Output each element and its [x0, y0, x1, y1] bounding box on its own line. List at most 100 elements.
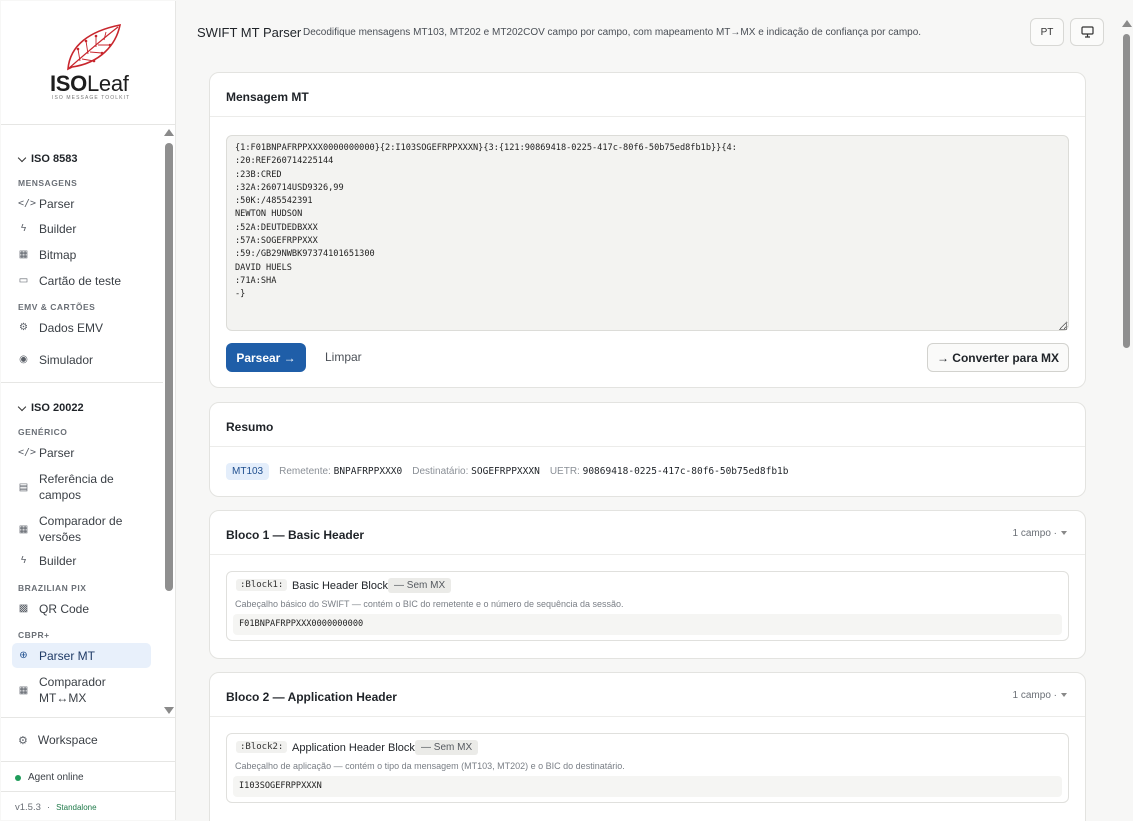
uetr-field: UETR: 90869418-0225-417c-80f6-50b75ed8fb…: [549, 466, 789, 477]
field-description: Cabeçalho de aplicação — contém o tipo d…: [235, 761, 625, 771]
chevron-down-icon: [17, 402, 27, 411]
sidebar-item-qr-code[interactable]: ▩ QR Code: [12, 596, 151, 621]
page-subtitle: Decodifique mensagens MT103, MT202 e MT2…: [303, 27, 922, 38]
scroll-up-arrow-icon[interactable]: [164, 129, 174, 136]
sidebar-nav: ISO 8583 MENSAGENS </> Parser ϟ Builder ▦ B…: [1, 125, 176, 717]
section-emv: EMV & CARTÕES: [18, 302, 96, 312]
scroll-down-arrow-icon[interactable]: [164, 707, 174, 714]
logo[interactable]: ISOLeaf ISO MESSAGE TOOLKIT: [1, 1, 176, 125]
sidebar-item-parser-20022[interactable]: </> Parser: [12, 440, 151, 465]
bolt-icon: ϟ: [20, 223, 27, 234]
card-title: Mensagem MT: [226, 90, 309, 104]
mt-message-input[interactable]: {1:F01BNPAFRPPXXX0000000000}{2:I103SOGEF…: [226, 135, 1069, 331]
section-cbpr: CBPR+: [18, 630, 50, 640]
monitor-icon: [1080, 26, 1094, 38]
field-item: :Block2: Application Header Block — Sem …: [226, 733, 1069, 803]
grid-icon: ▦: [18, 249, 29, 260]
chevron-down-icon: [1061, 531, 1067, 536]
brand-wordmark: ISOLeaf: [50, 71, 129, 96]
sidebar-item-simulator[interactable]: ◉ Simulador: [12, 347, 151, 372]
message-type-badge: MT103: [226, 463, 270, 480]
code-icon: </>: [18, 198, 37, 209]
mode-badge: Standalone: [56, 803, 97, 812]
chevron-down-icon: [17, 153, 27, 162]
sidebar-scrollbar[interactable]: [163, 125, 175, 717]
message-card: Mensagem MT {1:F01BNPAFRPPXXX0000000000}…: [209, 72, 1086, 388]
resize-handle-icon[interactable]: [1059, 322, 1067, 330]
field-tag: :Block2:: [236, 741, 288, 753]
sidebar-item-bitmap[interactable]: ▦ Bitmap: [12, 242, 151, 267]
version-info: v1.5.3 · Standalone: [15, 802, 97, 813]
clear-button[interactable]: Limpar: [325, 350, 362, 364]
card-title: Bloco 1 — Basic Header: [226, 528, 365, 542]
sidebar-item-mt-mx-compare[interactable]: ▦ Comparador MT↔MX: [12, 672, 151, 708]
block-card: Bloco 2 — Application Header 1 campo · :…: [209, 672, 1086, 821]
bolt-icon: ϟ: [20, 555, 27, 566]
parse-button[interactable]: Parsear →: [226, 343, 306, 372]
chevron-down-icon: [1061, 693, 1067, 698]
sidebar-item-parser-8583[interactable]: </> Parser: [12, 191, 151, 216]
convert-to-mx-button[interactable]: → Converter para MX: [927, 343, 1069, 372]
card-icon: ▭: [18, 275, 29, 286]
sidebar-item-test-card[interactable]: ▭ Cartão de teste: [12, 268, 151, 293]
field-item: :Block1: Basic Header Block — Sem MX Cab…: [226, 571, 1069, 641]
chip-icon: ⚙: [19, 322, 28, 333]
section-pix: BRAZILIAN PIX: [18, 583, 87, 593]
sidebar-item-builder-20022[interactable]: ϟ Builder: [12, 548, 151, 573]
card-header: Mensagem MT: [210, 73, 1085, 117]
code-icon: </>: [18, 447, 37, 458]
field-tag: :Block1:: [236, 579, 288, 591]
display-button[interactable]: [1070, 18, 1104, 46]
scrollbar-thumb[interactable]: [165, 143, 173, 591]
card-title: Bloco 2 — Application Header: [226, 690, 397, 704]
field-count[interactable]: 1 campo ·: [1013, 528, 1067, 539]
grid-icon: ▦: [18, 684, 29, 696]
block-card: Bloco 1 — Basic Header 1 campo · :Block1…: [209, 510, 1086, 659]
globe-icon: ⊕: [19, 650, 28, 661]
qr-icon: ▩: [18, 603, 29, 614]
status-dot-icon: [15, 774, 21, 781]
section-mensagens: MENSAGENS: [18, 178, 78, 188]
field-name: Basic Header Block: [292, 580, 388, 592]
summary-row: MT103 Remetente: BNPAFRPPXXX0 Destinatár…: [226, 463, 789, 480]
group-iso8583[interactable]: ISO 8583: [17, 153, 77, 165]
sender-field: Remetente: BNPAFRPPXXX0: [279, 466, 403, 477]
sidebar-item-field-reference[interactable]: ▤ Referência de campos: [12, 469, 151, 505]
sidebar: ISOLeaf ISO MESSAGE TOOLKIT ISO 8583 MEN…: [1, 1, 176, 820]
field-count[interactable]: 1 campo ·: [1013, 690, 1067, 701]
card-header[interactable]: Bloco 2 — Application Header 1 campo ·: [210, 673, 1085, 717]
sidebar-item-parser-mt[interactable]: ⊕ Parser MT: [12, 643, 151, 668]
footer-divider: [1, 761, 176, 762]
brand-tagline: ISO MESSAGE TOOLKIT: [52, 95, 131, 101]
summary-card: Resumo MT103 Remetente: BNPAFRPPXXX0 Des…: [209, 402, 1086, 497]
document-icon: ▤: [18, 481, 29, 493]
receiver-field: Destinatário: SOGEFRPPXXXN: [412, 466, 540, 477]
gear-icon: ⚙: [18, 734, 28, 747]
section-generico: GENÉRICO: [18, 427, 68, 437]
group-iso20022[interactable]: ISO 20022: [17, 402, 84, 414]
mx-mapping-badge: — Sem MX: [415, 740, 479, 755]
field-name: Application Header Block: [292, 742, 415, 754]
main-scrollbar[interactable]: [1121, 0, 1133, 821]
language-button[interactable]: PT: [1030, 18, 1064, 46]
nav-divider: [1, 382, 163, 383]
sidebar-item-version-compare[interactable]: ▦ Comparador de versões: [12, 511, 151, 547]
scrollbar-thumb[interactable]: [1123, 34, 1130, 348]
page-title: SWIFT MT Parser: [197, 25, 302, 40]
grid-icon: ▦: [18, 523, 29, 535]
card-header[interactable]: Bloco 1 — Basic Header 1 campo ·: [210, 511, 1085, 555]
sidebar-item-builder-8583[interactable]: ϟ Builder: [12, 216, 151, 241]
mx-mapping-badge: — Sem MX: [388, 578, 452, 593]
sidebar-footer: ⚙ Workspace Agent online v1.5.3 · Standalon…: [1, 717, 176, 820]
card-title: Resumo: [226, 420, 274, 434]
field-description: Cabeçalho básico do SWIFT — contém o BIC…: [235, 599, 624, 609]
card-header: Resumo: [210, 403, 1085, 447]
footer-divider: [1, 791, 176, 792]
sidebar-item-emv-data[interactable]: ⚙ Dados EMV: [12, 315, 151, 340]
leaf-logo-icon: [67, 23, 122, 71]
workspace-button[interactable]: ⚙ Workspace: [12, 727, 162, 753]
broadcast-icon: ◉: [19, 354, 28, 365]
agent-status: Agent online: [15, 772, 84, 783]
field-value: F01BNPAFRPPXXX0000000000: [233, 614, 1062, 635]
scroll-up-arrow-icon[interactable]: [1122, 20, 1132, 27]
